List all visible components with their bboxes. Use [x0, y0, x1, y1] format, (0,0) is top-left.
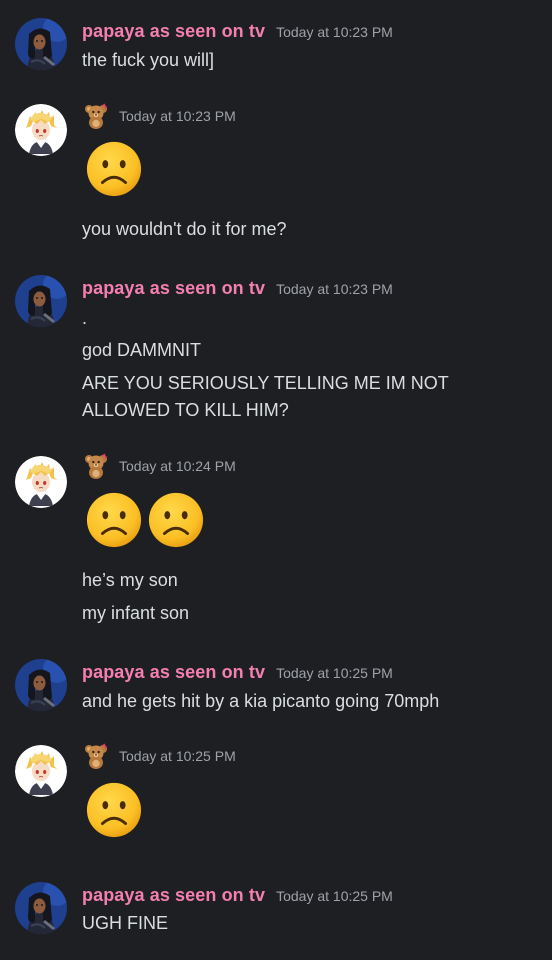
timestamp[interactable]: Today at 10:25 PM	[119, 748, 236, 764]
teddy-bear-icon[interactable]	[82, 452, 110, 480]
message-text: ARE YOU SERIOUSLY TELLING ME IM NOT	[82, 373, 449, 393]
message-text: .	[82, 308, 88, 328]
message-text: he’s my son	[82, 570, 178, 590]
avatar-papaya[interactable]	[15, 18, 67, 70]
timestamp[interactable]: Today at 10:23 PM	[276, 281, 393, 297]
message-text: the fuck you will]	[82, 50, 215, 70]
username[interactable]: papaya as seen on tv	[82, 278, 265, 299]
avatar-blond[interactable]	[15, 745, 67, 797]
message-header: papaya as seen on tv Today at 10:25 PM	[82, 885, 393, 906]
avatar-blond[interactable]	[15, 456, 67, 508]
teddy-bear-icon[interactable]	[82, 742, 110, 770]
message-header: papaya as seen on tv Today at 10:23 PM	[82, 21, 393, 42]
message-text: god DAMMNIT	[82, 340, 202, 360]
papaya-avatar-image	[15, 275, 67, 327]
message-header: papaya as seen on tv Today at 10:23 PM	[82, 278, 393, 299]
message-text: UGH FINE	[82, 913, 169, 933]
frowning-face-emoji[interactable]	[147, 491, 205, 549]
papaya-avatar-image	[15, 659, 67, 711]
message-text: my infant son	[82, 603, 190, 623]
blond-avatar-image	[15, 104, 67, 156]
username[interactable]: papaya as seen on tv	[82, 885, 265, 906]
message-header: papaya as seen on tv Today at 10:25 PM	[82, 662, 393, 683]
papaya-avatar-image	[15, 18, 67, 70]
avatar-papaya[interactable]	[15, 882, 67, 934]
frowning-face-emoji[interactable]	[85, 491, 143, 549]
papaya-avatar-image	[15, 882, 67, 934]
avatar-blond[interactable]	[15, 104, 67, 156]
avatar-papaya[interactable]	[15, 275, 67, 327]
teddy-bear-icon[interactable]	[82, 102, 110, 130]
timestamp[interactable]: Today at 10:23 PM	[276, 24, 393, 40]
avatar-papaya[interactable]	[15, 659, 67, 711]
timestamp[interactable]: Today at 10:25 PM	[276, 888, 393, 904]
timestamp[interactable]: Today at 10:24 PM	[119, 458, 236, 474]
timestamp[interactable]: Today at 10:23 PM	[119, 108, 236, 124]
message-text: you wouldn't do it for me?	[82, 219, 287, 239]
blond-avatar-image	[15, 745, 67, 797]
message-text: and he gets hit by a kia picanto going 7…	[82, 691, 440, 711]
username[interactable]: papaya as seen on tv	[82, 662, 265, 683]
frowning-face-emoji[interactable]	[85, 781, 143, 839]
blond-avatar-image	[15, 456, 67, 508]
frowning-face-emoji[interactable]	[85, 140, 143, 198]
timestamp[interactable]: Today at 10:25 PM	[276, 665, 393, 681]
username[interactable]: papaya as seen on tv	[82, 21, 265, 42]
message-text: ALLOWED TO KILL HIM?	[82, 400, 289, 420]
